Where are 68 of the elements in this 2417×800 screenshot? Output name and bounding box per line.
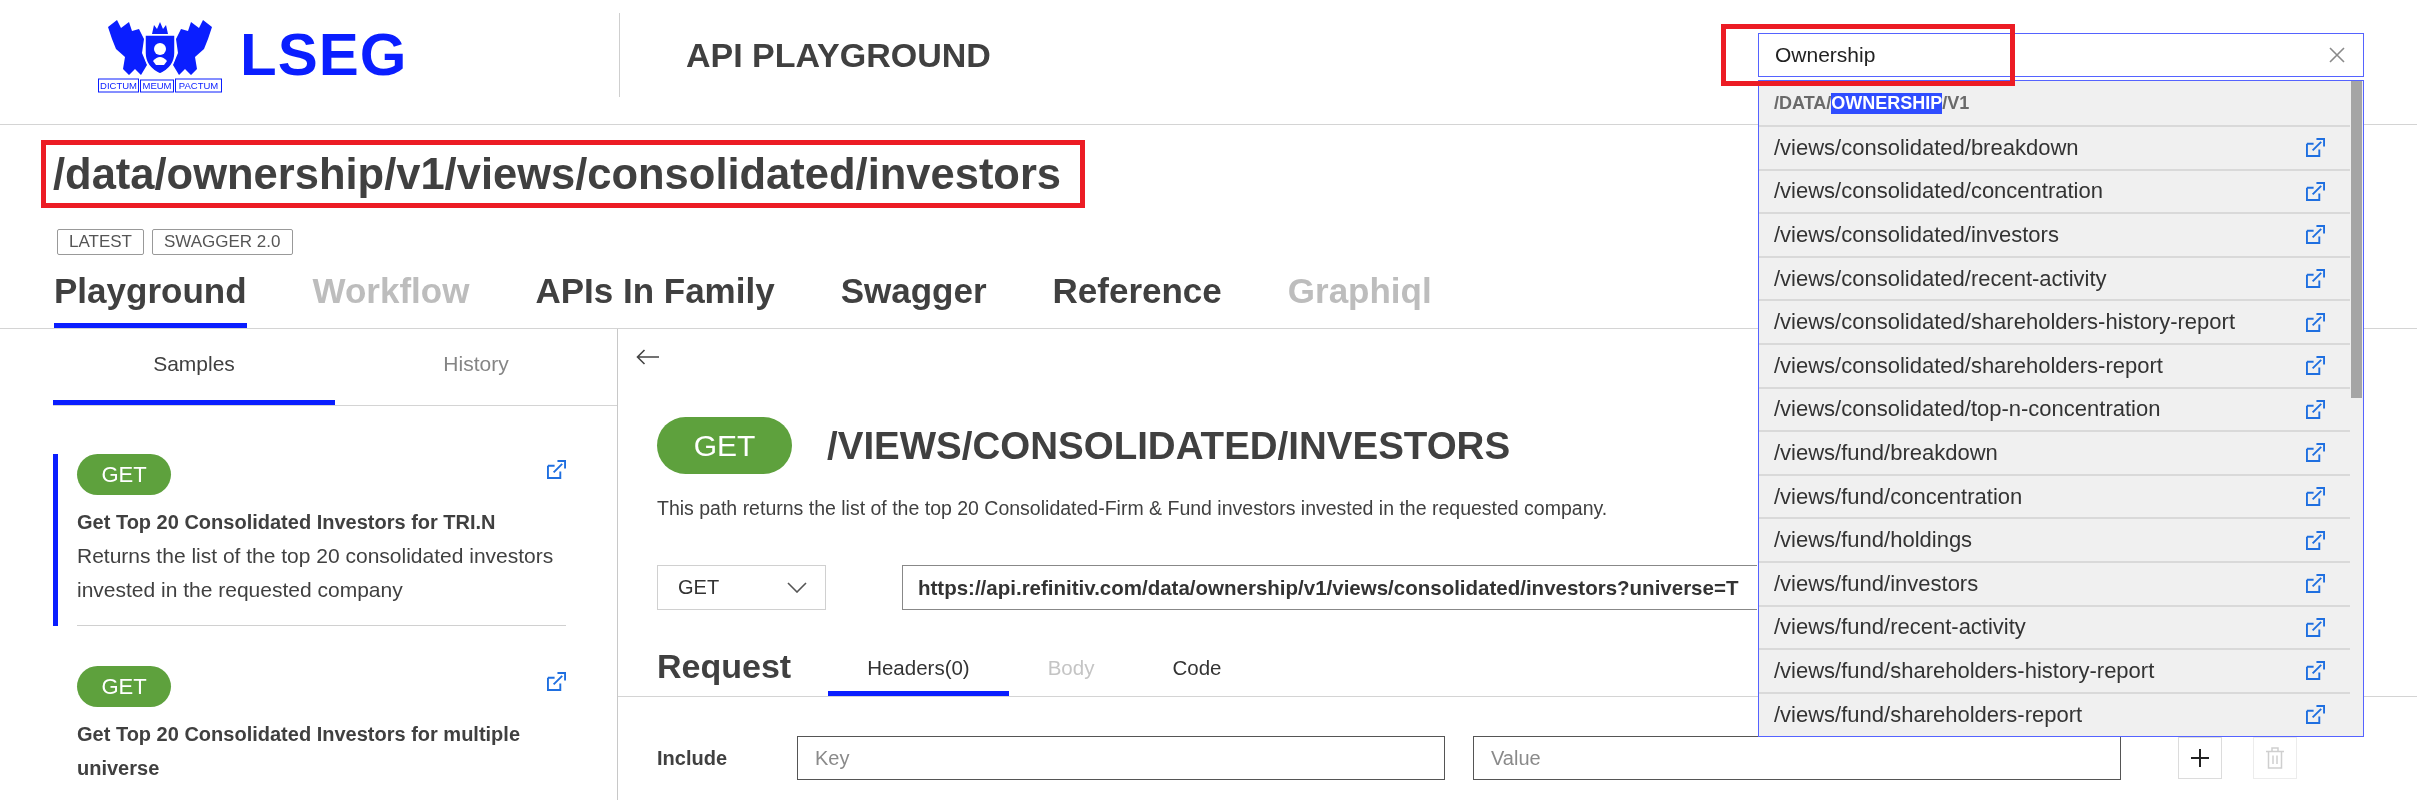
external-link-icon[interactable] [2306, 661, 2325, 681]
search-result-item[interactable]: /views/consolidated/concentration [1759, 168, 2350, 213]
external-link-icon[interactable] [2306, 181, 2325, 201]
plus-icon [2190, 748, 2210, 768]
method-badge: GET [77, 666, 171, 707]
motto-scroll: MEUM [140, 79, 174, 93]
version-badge: SWAGGER 2.0 [152, 229, 293, 255]
app-title: API PLAYGROUND [686, 35, 991, 75]
sample-title: Get Top 20 Consolidated Investors for TRI.N [77, 510, 497, 535]
external-link-icon[interactable] [2306, 443, 2325, 463]
external-link-icon[interactable] [2306, 705, 2325, 724]
request-tab[interactable]: Code [1133, 655, 1261, 696]
panel-tab[interactable]: History [335, 329, 617, 405]
search-result-item[interactable]: /views/fund/recent-activity [1759, 604, 2350, 649]
method-select[interactable]: GET [657, 565, 826, 610]
search-result-item[interactable]: /views/consolidated/breakdown [1759, 125, 2350, 169]
external-link-icon[interactable] [2306, 269, 2325, 289]
motto-scroll: DICTUM [98, 78, 139, 93]
search-result-item[interactable]: /views/fund/holdings [1759, 517, 2350, 561]
search-result-item[interactable]: /views/consolidated/shareholders-report [1759, 342, 2350, 387]
endpoint-heading: /VIEWS/CONSOLIDATED/INVESTORS [827, 423, 1511, 468]
search-result-item[interactable]: /views/consolidated/recent-activity [1759, 255, 2350, 300]
nav-tab[interactable]: Swagger [840, 270, 987, 328]
trash-icon [2265, 747, 2285, 769]
external-link-icon[interactable] [547, 672, 566, 691]
add-button[interactable] [2178, 737, 2222, 779]
search-field[interactable]: Ownership [1758, 33, 2364, 77]
nav-tab[interactable]: Playground [54, 270, 247, 328]
search-result-item[interactable]: /views/fund/shareholders-report [1759, 691, 2350, 736]
logo-wordmark: LSEG [240, 25, 408, 85]
section-heading: Request [657, 646, 792, 687]
scrollbar-thumb[interactable] [2351, 81, 2362, 398]
search-result-item[interactable]: /views/fund/concentration [1759, 473, 2350, 518]
search-result-item[interactable]: /views/fund/breakdown [1759, 430, 2350, 474]
nav-tab[interactable]: Reference [1052, 270, 1222, 328]
external-link-icon[interactable] [2306, 312, 2325, 332]
method-badge: GET [77, 454, 171, 495]
sample-card[interactable]: GET Get Top 20 Consolidated Investors for TRI.N Returns the list of the top 20 consolidated investors invested in the requested company [53, 454, 566, 626]
page-title: /data/ownership/v1/views/consolidated/investors [53, 150, 1062, 198]
search-result-item[interactable]: /views/fund/investors [1759, 560, 2350, 605]
external-link-icon[interactable] [547, 460, 566, 479]
search-result-item[interactable]: /views/consolidated/shareholders-history-report [1759, 299, 2350, 343]
sample-description: Returns the list of the top 20 consolidated investors invested in the requested company [77, 543, 555, 603]
endpoint-description: This path returns the list of the top 20 Consolidated-Firm & Fund investors invested in the requested company. [657, 496, 1608, 521]
request-tab[interactable]: Headers(0) [828, 655, 1009, 696]
external-link-icon[interactable] [2306, 356, 2325, 376]
chevron-down-icon [787, 582, 807, 593]
external-link-icon[interactable] [2306, 399, 2325, 419]
search-result-item[interactable]: /views/consolidated/investors [1759, 212, 2350, 256]
include-label: Include [657, 746, 728, 770]
external-link-icon[interactable] [2306, 574, 2325, 594]
external-link-icon[interactable] [2306, 617, 2325, 637]
search-result-item[interactable]: /views/consolidated/top-n-concentration [1759, 386, 2350, 431]
sample-title: Get Top 20 Consolidated Investors for multiple universe [77, 722, 522, 781]
external-link-icon[interactable] [2306, 138, 2325, 158]
sample-card[interactable]: GET Get Top 20 Consolidated Investors for multiple universe [53, 666, 566, 800]
back-arrow-icon[interactable] [636, 349, 660, 365]
close-icon[interactable] [2329, 47, 2345, 63]
url-field[interactable]: https://api.refinitiv.com/data/ownership/v1/views/consolidated/investors?universe=T [902, 565, 1757, 610]
search-result-item[interactable]: /views/fund/shareholders-history-report [1759, 648, 2350, 692]
external-link-icon[interactable] [2306, 225, 2325, 245]
nav-tab[interactable]: APIs In Family [535, 270, 775, 328]
external-link-icon[interactable] [2306, 487, 2325, 507]
motto-scroll: PACTUM [175, 78, 222, 93]
external-link-icon[interactable] [2306, 530, 2325, 550]
panel-tab[interactable]: Samples [53, 329, 335, 405]
version-badge: LATEST [57, 229, 144, 255]
method-badge: GET [657, 417, 792, 474]
